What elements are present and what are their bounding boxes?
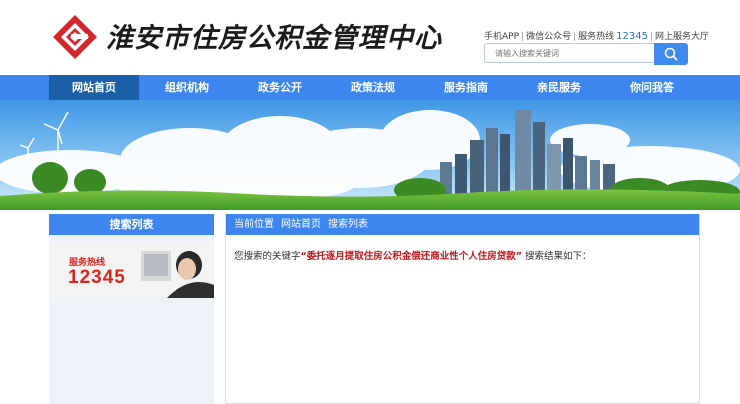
nav-item-organization[interactable]: 组织机构: [142, 75, 232, 100]
wechat-link[interactable]: 微信公众号: [526, 29, 571, 42]
search-results-panel: 当前位置 网站首页 搜索列表 您搜索的关键字“委托逐月提取住房公积金偿还商业性个人住…: [225, 214, 700, 404]
hotline-number: 12345: [616, 31, 648, 42]
search-button[interactable]: [654, 43, 688, 65]
sidebar: 搜索列表 服务热线 12345: [49, 214, 214, 404]
search-input[interactable]: [484, 43, 654, 63]
nav-item-policies[interactable]: 政策法规: [328, 75, 418, 100]
site-header: 淮安市住房公积金管理中心 手机APP | 微信公众号 | 服务热线 12345 | 网上服务大…: [0, 0, 740, 75]
nav-item-citizen-service[interactable]: 亲民服务: [514, 75, 604, 100]
breadcrumb-search-list[interactable]: 搜索列表: [328, 219, 368, 230]
breadcrumb-current-location: 当前位置: [234, 219, 274, 230]
search-icon: [664, 47, 678, 61]
result-suffix: 搜索结果如下：: [525, 251, 592, 262]
top-links: 手机APP | 微信公众号 | 服务热线 12345 | 网上服务大厅: [484, 29, 710, 42]
sidebar-title: 搜索列表: [49, 214, 214, 235]
nav-item-public-affairs[interactable]: 政务公开: [235, 75, 325, 100]
breadcrumb: 当前位置 网站首页 搜索列表: [226, 214, 699, 235]
search-box: [484, 43, 689, 65]
nav-item-home[interactable]: 网站首页: [49, 75, 139, 100]
nav-item-qa[interactable]: 你问我答: [607, 75, 697, 100]
result-prefix: 您搜索的关键字: [234, 251, 301, 262]
nav-item-service-guide[interactable]: 服务指南: [421, 75, 511, 100]
search-result-text: 您搜索的关键字“委托逐月提取住房公积金偿还商业性个人住房贷款” 搜索结果如下：: [234, 248, 592, 262]
banner-image: [0, 100, 740, 210]
hotline-label: 服务热线: [578, 32, 615, 42]
search-keyword: “委托逐月提取住房公积金偿还商业性个人住房贷款”: [300, 251, 523, 262]
site-logo-icon[interactable]: [52, 14, 98, 60]
online-hall-link[interactable]: 网上服务大厅: [655, 29, 709, 42]
breadcrumb-home-link[interactable]: 网站首页: [281, 219, 321, 230]
app-link[interactable]: 手机APP: [484, 29, 519, 42]
site-title[interactable]: 淮安市住房公积金管理中心: [106, 16, 442, 55]
banner-illustration: [0, 100, 740, 210]
main-nav: 网站首页 组织机构 政务公开 政策法规 服务指南 亲民服务 你问我答: [0, 75, 740, 100]
hotline-banner[interactable]: 服务热线 12345: [49, 243, 214, 298]
hotline-card-number: 12345: [68, 267, 126, 288]
